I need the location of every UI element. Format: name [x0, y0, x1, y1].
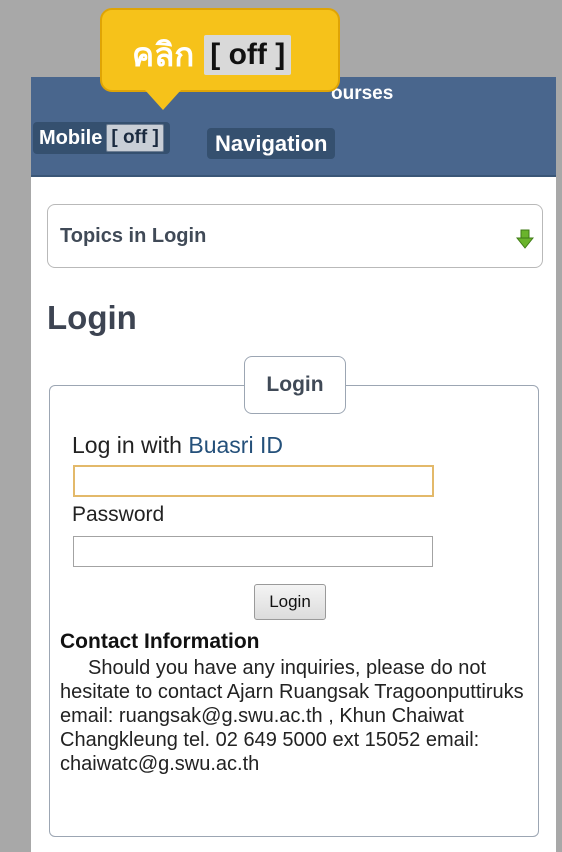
login-submit-button[interactable]: Login [254, 584, 326, 620]
callout-text: คลิก [ off ] [132, 28, 292, 81]
contact-body: Should you have any inquiries, please do… [60, 657, 524, 775]
green-down-arrow-icon [516, 229, 534, 249]
topics-label: Topics in Login [60, 224, 207, 247]
password-input[interactable] [73, 536, 433, 567]
contact-title: Contact Information [60, 630, 260, 653]
click-callout: คลิก [ off ] [100, 8, 340, 92]
header-bar: ourses Mobile [ off ] Navigation [31, 77, 556, 177]
login-fieldset: Login Log in with Buasri ID Password Log… [49, 356, 539, 837]
mobile-state-badge: [ off ] [106, 124, 164, 152]
login-legend: Login [244, 356, 346, 414]
username-input[interactable] [73, 465, 434, 497]
password-label: Password [72, 503, 165, 526]
mobile-label: Mobile [39, 126, 103, 149]
page-frame: ourses Mobile [ off ] Navigation Topics … [31, 77, 556, 852]
callout-label: คลิก [132, 36, 195, 73]
callout-pointer [145, 90, 181, 110]
login-instruction: Log in with Buasri ID [72, 432, 283, 459]
site-title: ourses [331, 83, 394, 104]
mobile-toggle-button[interactable]: Mobile [ off ] [33, 122, 170, 154]
callout-state-badge: [ off ] [204, 34, 292, 75]
login-prefix: Log in with [72, 432, 189, 458]
topics-dropdown[interactable]: Topics in Login [47, 204, 543, 268]
navigation-button[interactable]: Navigation [207, 128, 336, 159]
page-title: Login [47, 299, 137, 336]
buasri-id-link[interactable]: Buasri ID [188, 432, 283, 458]
